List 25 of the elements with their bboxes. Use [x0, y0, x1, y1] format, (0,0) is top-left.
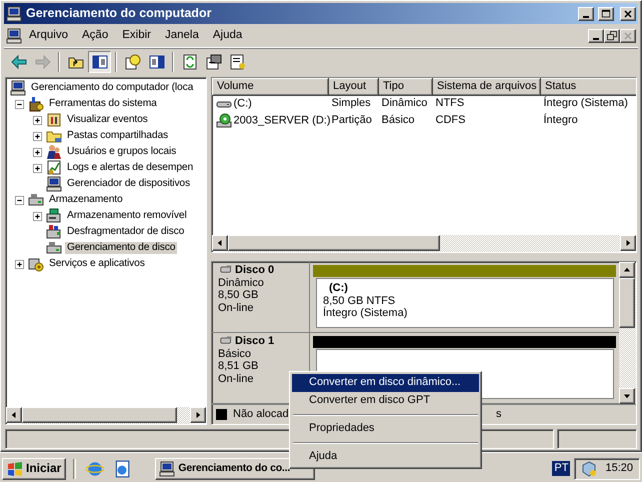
- legend-label: s: [496, 408, 502, 422]
- disk-detail: On-line: [218, 372, 254, 386]
- table-cell: NTFS: [436, 97, 464, 110]
- disk-name: Disco 0: [235, 264, 274, 277]
- disk-detail: 8,50 GB: [218, 289, 260, 302]
- table-cell: Dinâmico: [382, 97, 428, 110]
- table-cell: CDFS: [436, 114, 466, 126]
- disk-detail: On-line: [218, 302, 254, 315]
- clock: 15:20: [605, 462, 633, 476]
- disk-detail: Básico: [218, 348, 252, 360]
- partition-status: Íntegro (Sistema): [323, 307, 408, 320]
- partition-size: 8,50 GB NTFS: [323, 294, 396, 307]
- table-cell: Íntegro (Sistema): [544, 97, 628, 110]
- table-cell: 2003_SERVER (D:): [234, 114, 331, 126]
- partition-label: (C:): [328, 282, 349, 295]
- legend-label: Não alocad: [233, 408, 290, 422]
- table-cell: (C:): [234, 98, 252, 110]
- disk-name: Disco 1: [235, 335, 274, 348]
- table-cell: Básico: [382, 114, 415, 126]
- table-cell: Íntegro: [544, 114, 578, 126]
- table-cell: Partição: [332, 114, 372, 126]
- disk-detail: Dinâmico: [218, 276, 265, 290]
- window-title: Gerenciamento do computador: [26, 6, 212, 21]
- table-cell: Simples: [332, 97, 371, 110]
- disk-detail: 8,51 GB: [218, 360, 260, 373]
